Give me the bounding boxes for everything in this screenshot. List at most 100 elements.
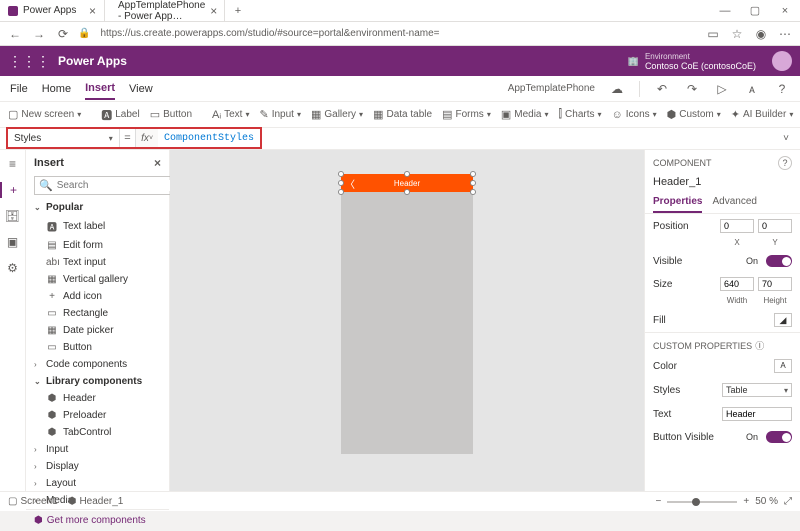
reader-icon[interactable]: ▭ — [704, 27, 722, 41]
equals-label: = — [120, 129, 136, 147]
url-field[interactable]: https://us.create.powerapps.com/studio/#… — [96, 26, 698, 41]
datatable-button[interactable]: ▦Data table — [373, 108, 432, 121]
formula-highlight: Styles▾ = fx˅ ComponentStyles — [6, 127, 262, 149]
group-layout[interactable]: ›Layout — [26, 475, 169, 492]
properties-section-label: COMPONENT? — [645, 150, 800, 176]
media-rail-icon[interactable]: ▣ — [5, 234, 21, 250]
refresh-button[interactable]: ⟳ — [54, 27, 72, 41]
text-menu[interactable]: AᵢText▾ — [212, 109, 249, 121]
styles-select[interactable]: Table▾ — [722, 383, 792, 397]
insert-tabcontrol[interactable]: ⬢TabControl — [26, 424, 169, 441]
gallery-menu[interactable]: ▦Gallery▾ — [311, 108, 363, 121]
close-window-button[interactable]: × — [770, 0, 800, 21]
browser-tab[interactable]: Power Apps × — [0, 0, 105, 21]
waffle-icon[interactable]: ⋮⋮⋮ — [8, 53, 50, 70]
visible-toggle[interactable] — [766, 255, 792, 267]
position-x-input[interactable] — [720, 219, 754, 233]
button-visible-toggle[interactable] — [766, 431, 792, 443]
favorite-icon[interactable]: ☆ — [728, 27, 746, 41]
tab-advanced[interactable]: Advanced — [712, 192, 756, 213]
menu-insert[interactable]: Insert — [85, 78, 115, 100]
get-more-components[interactable]: ⬢Get more components — [26, 509, 169, 531]
more-icon[interactable]: ⋯ — [776, 27, 794, 41]
advanced-rail-icon[interactable]: ⚙ — [5, 260, 21, 276]
menu-view[interactable]: View — [129, 79, 153, 99]
undo-button[interactable]: ↶ — [654, 82, 670, 96]
insert-rectangle[interactable]: ▭Rectangle — [26, 305, 169, 322]
insert-edit-form[interactable]: ▤Edit form — [26, 237, 169, 254]
zoom-in-button[interactable]: + — [743, 496, 749, 507]
input-menu[interactable]: ✎Input▾ — [259, 108, 300, 121]
new-screen-button[interactable]: ▢New screen▾ — [8, 108, 81, 121]
cloud-icon[interactable]: ☁ — [609, 82, 625, 96]
tab-properties[interactable]: Properties — [653, 192, 702, 213]
insert-text-label[interactable]: 🅰Text label — [26, 216, 169, 237]
redo-button[interactable]: ↷ — [684, 82, 700, 96]
screen-breadcrumb[interactable]: ▢Screen1 — [8, 496, 58, 507]
data-rail-icon[interactable]: 🗄 — [5, 208, 21, 224]
formula-input[interactable]: ComponentStyles — [158, 129, 260, 147]
avatar[interactable] — [772, 51, 792, 71]
insert-rail-icon[interactable]: + — [0, 182, 25, 198]
help-icon[interactable]: ? — [778, 156, 792, 170]
group-popular[interactable]: ⌄Popular — [26, 199, 169, 216]
insert-pane: Insert × 🔍 ⋮ ⌄Popular 🅰Text label ▤Edit … — [26, 150, 170, 491]
info-icon[interactable]: ⓘ — [755, 339, 764, 352]
tree-view-icon[interactable]: ≡ — [5, 156, 21, 172]
minimize-button[interactable]: — — [710, 0, 740, 21]
environment-picker[interactable]: 🏢 Environment Contoso CoE (contosoCoE) — [628, 52, 756, 71]
custom-menu[interactable]: ⬢Custom▾ — [667, 108, 721, 121]
phone-screen[interactable]: 〈 Header — [341, 174, 473, 454]
label-button[interactable]: 🅰Label — [101, 107, 139, 123]
help-button[interactable]: ? — [774, 82, 790, 96]
zoom-out-button[interactable]: − — [656, 496, 662, 507]
group-library-components[interactable]: ⌄Library components — [26, 373, 169, 390]
forward-button[interactable]: → — [30, 27, 48, 41]
insert-header[interactable]: ⬢Header — [26, 390, 169, 407]
group-display[interactable]: ›Display — [26, 458, 169, 475]
position-y-input[interactable] — [758, 219, 792, 233]
new-tab-button[interactable]: + — [225, 0, 251, 21]
width-input[interactable] — [720, 277, 754, 291]
icons-menu[interactable]: ☺Icons▾ — [612, 109, 657, 121]
color-picker[interactable]: A — [774, 359, 792, 373]
expand-formula-button[interactable]: ˅ — [780, 133, 800, 144]
menu-home[interactable]: Home — [42, 79, 71, 99]
text-input[interactable] — [722, 407, 792, 421]
fill-picker[interactable]: ◢ — [774, 313, 792, 327]
form-icon: ▤ — [442, 108, 452, 121]
height-input[interactable] — [758, 277, 792, 291]
group-input[interactable]: ›Input — [26, 441, 169, 458]
close-icon[interactable]: × — [89, 4, 96, 18]
fit-button[interactable]: ⤢ — [784, 496, 792, 507]
charts-menu[interactable]: ⫿Charts▾ — [559, 108, 602, 121]
insert-vertical-gallery[interactable]: ▦Vertical gallery — [26, 271, 169, 288]
button-icon: ▭ — [46, 342, 58, 353]
media-menu[interactable]: ▣Media▾ — [501, 108, 549, 121]
insert-text-input[interactable]: abıText input — [26, 254, 169, 271]
profile-icon[interactable]: ◉ — [752, 27, 770, 41]
search-input[interactable] — [57, 180, 189, 191]
zoom-slider[interactable] — [667, 501, 737, 503]
close-icon[interactable]: × — [210, 4, 217, 18]
checker-button[interactable]: ᴀ — [744, 82, 760, 96]
property-selector[interactable]: Styles▾ — [8, 129, 120, 147]
screen-icon: ▢ — [8, 108, 18, 121]
button-button[interactable]: ▭Button — [150, 108, 192, 121]
canvas[interactable]: 〈 Header — [170, 150, 644, 491]
back-button[interactable]: ← — [6, 27, 24, 41]
header-component[interactable]: 〈 Header — [341, 174, 473, 192]
browser-tab[interactable]: AppTemplatePhone - Power App… × — [105, 0, 225, 21]
insert-add-icon[interactable]: +Add icon — [26, 288, 169, 305]
forms-menu[interactable]: ▤Forms▾ — [442, 108, 491, 121]
insert-date-picker[interactable]: ▦Date picker — [26, 322, 169, 339]
aibuilder-menu[interactable]: ✦AI Builder▾ — [731, 108, 794, 121]
insert-preloader[interactable]: ⬢Preloader — [26, 407, 169, 424]
close-pane-button[interactable]: × — [154, 156, 161, 170]
insert-button[interactable]: ▭Button — [26, 339, 169, 356]
group-code-components[interactable]: ›Code components — [26, 356, 169, 373]
component-breadcrumb[interactable]: ⬢Header_1 — [68, 496, 124, 507]
menu-file[interactable]: File — [10, 79, 28, 99]
maximize-button[interactable]: ▢ — [740, 0, 770, 21]
preview-button[interactable]: ▷ — [714, 82, 730, 96]
